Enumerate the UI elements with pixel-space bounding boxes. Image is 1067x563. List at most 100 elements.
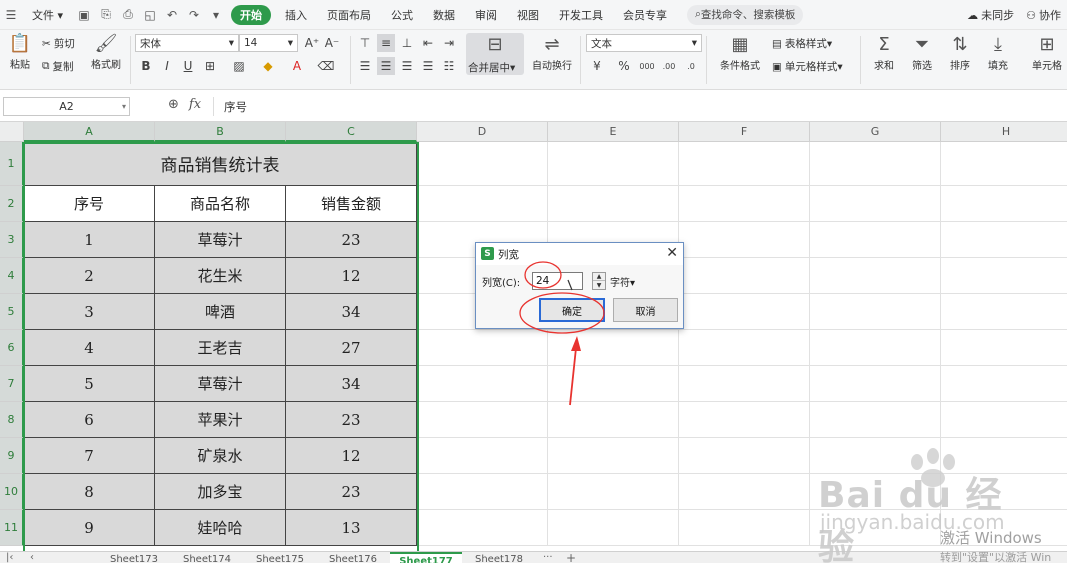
filter-button[interactable]: ⏷ 筛选 xyxy=(902,35,942,73)
table-data-cell[interactable]: 23 xyxy=(286,474,417,510)
row-header-8[interactable]: 8 xyxy=(0,402,24,438)
cell-e7[interactable] xyxy=(548,366,679,402)
command-search-box[interactable]: ⌕ 查找命令、搜索模板 xyxy=(687,4,804,25)
bold-icon[interactable]: B xyxy=(137,57,155,75)
copy-button[interactable]: ⧉ 复制 xyxy=(42,59,74,74)
table-data-cell[interactable]: 12 xyxy=(286,438,417,474)
conditional-format-button[interactable]: ▦ 条件格式 xyxy=(716,35,764,73)
row-header-11[interactable]: 11 xyxy=(0,510,24,546)
more-sheets-button[interactable]: ··· xyxy=(543,552,553,563)
italic-icon[interactable]: I xyxy=(158,57,176,75)
table-data-cell[interactable]: 13 xyxy=(286,510,417,546)
undo-icon[interactable]: ↶ xyxy=(161,4,183,26)
table-data-cell[interactable]: 8 xyxy=(24,474,155,510)
increase-font-icon[interactable]: A⁺ xyxy=(303,34,321,52)
justify-icon[interactable]: ☰ xyxy=(419,57,437,75)
fx-icon[interactable]: fx xyxy=(189,97,201,112)
table-header-cell[interactable]: 销售金额 xyxy=(286,186,417,222)
table-data-cell[interactable]: 2 xyxy=(24,258,155,294)
table-data-cell[interactable]: 花生米 xyxy=(155,258,286,294)
row-header-5[interactable]: 5 xyxy=(0,294,24,330)
close-icon[interactable]: ✕ xyxy=(666,245,678,261)
sheet-tab-sheet174[interactable]: Sheet174 xyxy=(171,552,243,563)
cell-f7[interactable] xyxy=(679,366,810,402)
table-data-cell[interactable]: 娃哈哈 xyxy=(155,510,286,546)
unit-select[interactable]: 字符▾ xyxy=(610,274,635,289)
table-style-button[interactable]: ▤ 表格样式 ▾ xyxy=(772,36,832,51)
cell-style-button[interactable]: ▣ 单元格样式 ▾ xyxy=(772,59,843,74)
indent-increase-icon[interactable]: ⇥ xyxy=(440,34,458,52)
hamburger-menu-icon[interactable]: ☰ xyxy=(0,4,22,26)
currency-icon[interactable]: ¥ xyxy=(588,57,606,75)
table-data-cell[interactable]: 4 xyxy=(24,330,155,366)
cell-f2[interactable] xyxy=(679,186,810,222)
table-data-cell[interactable]: 9 xyxy=(24,510,155,546)
row-header-4[interactable]: 4 xyxy=(0,258,24,294)
cell-g1[interactable] xyxy=(810,142,941,186)
cell-button[interactable]: ⊞ 单元格 xyxy=(1027,35,1067,73)
row-header-2[interactable]: 2 xyxy=(0,186,24,222)
cell-d7[interactable] xyxy=(417,366,548,402)
thousands-icon[interactable]: 000 xyxy=(638,57,656,75)
distribute-icon[interactable]: ☷ xyxy=(440,57,458,75)
table-data-cell[interactable]: 23 xyxy=(286,222,417,258)
redo-icon[interactable]: ↷ xyxy=(183,4,205,26)
sync-status[interactable]: ☁ 未同步 xyxy=(961,7,1020,23)
cell-f8[interactable] xyxy=(679,402,810,438)
table-data-cell[interactable]: 矿泉水 xyxy=(155,438,286,474)
table-data-cell[interactable]: 啤酒 xyxy=(155,294,286,330)
align-center-icon[interactable]: ☰ xyxy=(377,57,395,75)
column-header-a[interactable]: A xyxy=(24,122,155,142)
table-data-cell[interactable]: 34 xyxy=(286,366,417,402)
cell-g9[interactable] xyxy=(810,438,941,474)
cell-e9[interactable] xyxy=(548,438,679,474)
table-data-cell[interactable]: 23 xyxy=(286,402,417,438)
font-color-icon[interactable]: A xyxy=(288,57,306,75)
cell-d10[interactable] xyxy=(417,474,548,510)
cell-d2[interactable] xyxy=(417,186,548,222)
cut-button[interactable]: ✂ 剪切 xyxy=(42,36,75,51)
cell-f3[interactable] xyxy=(679,222,810,258)
align-top-icon[interactable]: ⊤ xyxy=(356,34,374,52)
align-left-icon[interactable]: ☰ xyxy=(356,57,374,75)
tab-view[interactable]: 视图 xyxy=(507,7,549,23)
row-header-9[interactable]: 9 xyxy=(0,438,24,474)
percent-icon[interactable]: % xyxy=(615,57,633,75)
select-all-corner[interactable] xyxy=(0,122,24,142)
quick-access-dropdown-icon[interactable]: ▾ xyxy=(205,4,227,26)
cell-g10[interactable] xyxy=(810,474,941,510)
table-data-cell[interactable]: 苹果汁 xyxy=(155,402,286,438)
cell-h1[interactable] xyxy=(941,142,1067,186)
borders-icon[interactable]: ⊞ xyxy=(201,57,219,75)
cell-fill-icon[interactable]: ▨ xyxy=(230,57,248,75)
cell-e10[interactable] xyxy=(548,474,679,510)
wrap-text-button[interactable]: ⇌ 自动换行 xyxy=(528,35,576,73)
cell-e8[interactable] xyxy=(548,402,679,438)
prev-sheet-icon[interactable]: ‹ xyxy=(30,552,34,563)
cell-e11[interactable] xyxy=(548,510,679,546)
sheet-tab-sheet175[interactable]: Sheet175 xyxy=(244,552,316,563)
cell-f9[interactable] xyxy=(679,438,810,474)
cell-h3[interactable] xyxy=(941,222,1067,258)
align-right-icon[interactable]: ☰ xyxy=(398,57,416,75)
cell-f10[interactable] xyxy=(679,474,810,510)
spreadsheet-grid[interactable]: ABCDEFGH 1 2 3 4 5 6 7 8 9 10 11 商品销售统计表 序号 商品名称 销售金额… xyxy=(0,122,1067,551)
print-preview-icon[interactable]: ◱ xyxy=(139,4,161,26)
cell-f4[interactable] xyxy=(679,258,810,294)
paste-button[interactable]: 📋 粘贴 xyxy=(0,34,40,72)
cell-h2[interactable] xyxy=(941,186,1067,222)
cell-d8[interactable] xyxy=(417,402,548,438)
row-header-1[interactable]: 1 xyxy=(0,142,24,186)
cell-g6[interactable] xyxy=(810,330,941,366)
print-icon[interactable]: ⎙ xyxy=(117,4,139,26)
cell-g8[interactable] xyxy=(810,402,941,438)
sum-button[interactable]: Σ 求和 xyxy=(864,35,904,73)
fill-button[interactable]: ⤓ 填充 xyxy=(978,35,1018,73)
file-menu[interactable]: 文件 ▾ xyxy=(22,7,73,23)
column-header-e[interactable]: E xyxy=(548,122,679,142)
cell-f6[interactable] xyxy=(679,330,810,366)
column-header-b[interactable]: B xyxy=(155,122,286,142)
formula-input[interactable]: 序号 xyxy=(213,97,1063,116)
format-painter-button[interactable]: 🖌 格式刷 xyxy=(86,34,126,72)
column-width-stepper[interactable]: ▲ ▼ xyxy=(592,272,606,290)
